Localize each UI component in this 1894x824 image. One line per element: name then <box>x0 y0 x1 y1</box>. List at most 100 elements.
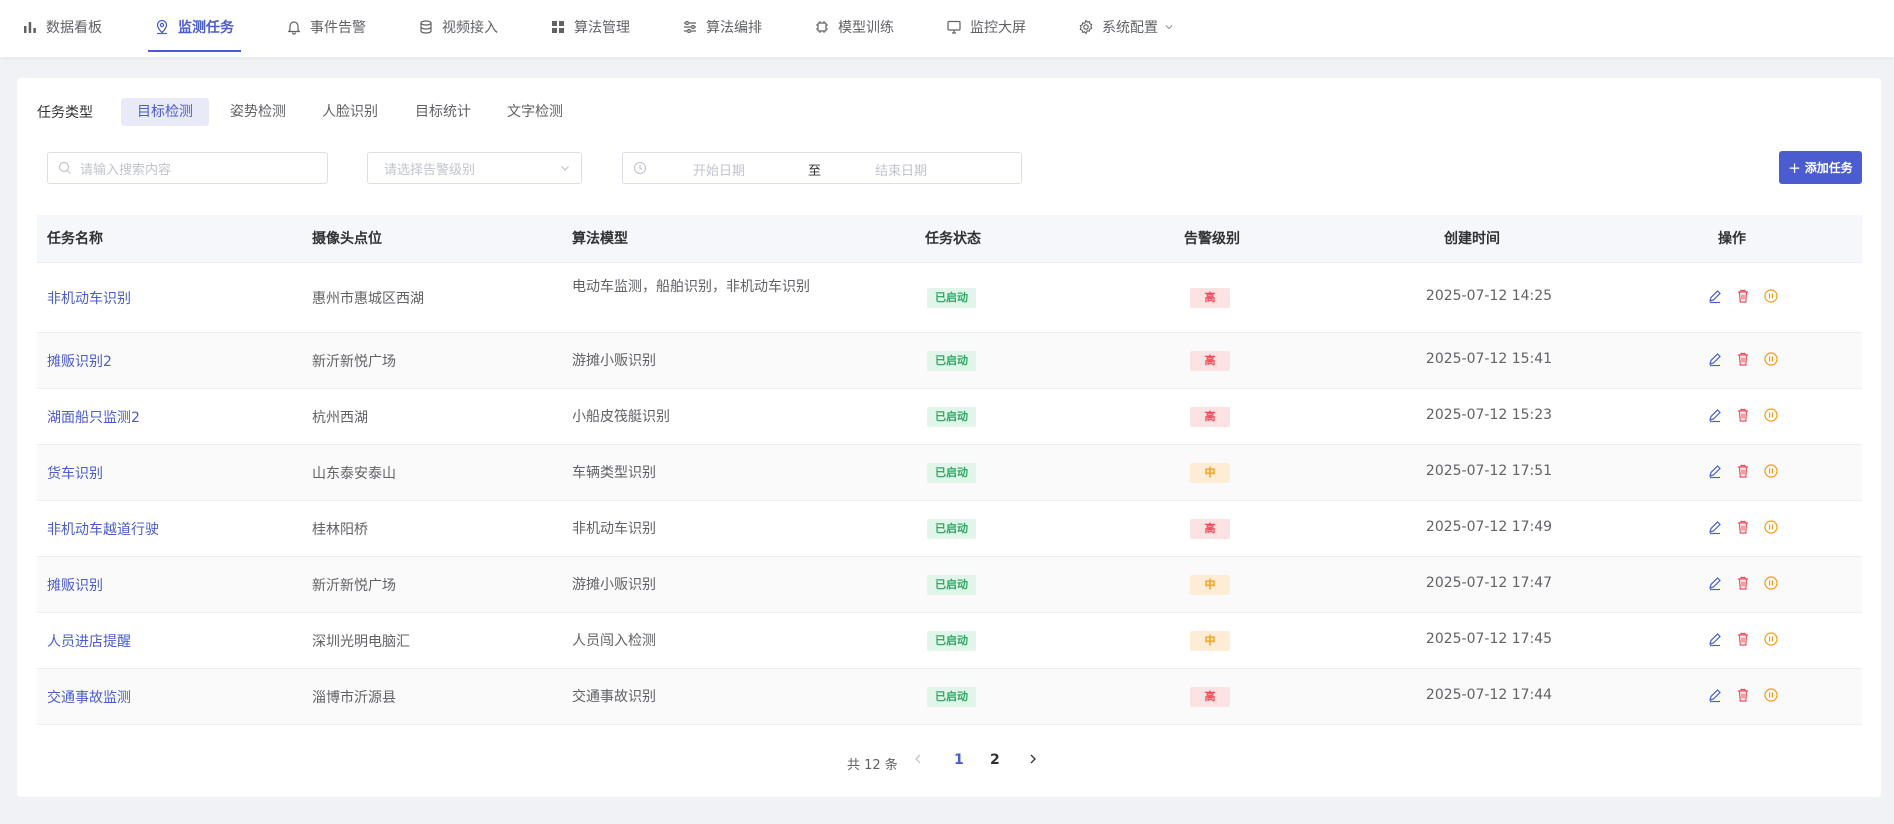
delete-icon[interactable] <box>1735 631 1751 647</box>
edit-icon[interactable] <box>1707 351 1723 367</box>
nav-item-monitor-tasks[interactable]: 监测任务 <box>154 0 234 54</box>
end-date-input[interactable]: 结束日期 <box>875 160 927 179</box>
task-name-link[interactable]: 非机动车识别 <box>47 288 131 308</box>
edit-icon[interactable] <box>1707 575 1723 591</box>
tab-object-statistics[interactable]: 目标统计 <box>399 98 487 126</box>
plus-icon: + <box>1788 158 1801 177</box>
tab-text-detection[interactable]: 文字检测 <box>491 98 579 126</box>
table-row: 摊贩识别 新沂新悦广场 游摊小贩识别 已启动 中 2025-07-12 17:47 <box>37 557 1862 613</box>
status-badge: 已启动 <box>927 463 976 483</box>
search-input[interactable]: 请输入搜索内容 <box>47 152 328 184</box>
alert-level-select[interactable]: 请选择告警级别 <box>367 152 582 184</box>
edit-icon[interactable] <box>1707 519 1723 535</box>
start-date-input[interactable]: 开始日期 <box>693 160 745 179</box>
pagination-next-button[interactable] <box>1027 752 1039 770</box>
camera-location: 淄博市沂源县 <box>312 690 396 706</box>
pagination-page-1[interactable]: 1 <box>954 752 964 768</box>
search-placeholder: 请输入搜索内容 <box>80 162 172 178</box>
edit-icon[interactable] <box>1707 687 1723 703</box>
top-navigation: 数据看板 监测任务 事件告警 视频接入 算法管理 算法编排 模型训练 监控大屏 … <box>0 0 1894 57</box>
nav-item-model-training[interactable]: 模型训练 <box>814 0 894 54</box>
pagination-total: 共 12 条 <box>847 758 898 773</box>
pause-icon[interactable] <box>1763 407 1779 423</box>
alert-level-badge: 高 <box>1190 407 1230 427</box>
pause-icon[interactable] <box>1763 575 1779 591</box>
created-time: 2025-07-12 17:51 <box>1425 463 1553 479</box>
chevron-down-icon <box>1164 22 1174 32</box>
algorithm-model: 人员闯入检测 <box>572 633 656 649</box>
nav-item-system-config[interactable]: 系统配置 <box>1078 0 1174 54</box>
grid-icon <box>550 19 566 35</box>
algorithm-model: 小船皮筏艇识别 <box>572 409 670 425</box>
edit-icon[interactable] <box>1707 631 1723 647</box>
camera-location: 深圳光明电脑汇 <box>312 634 410 650</box>
pause-icon[interactable] <box>1763 519 1779 535</box>
delete-icon[interactable] <box>1735 687 1751 703</box>
row-actions <box>1707 687 1779 703</box>
camera-location: 山东泰安泰山 <box>312 466 396 482</box>
alert-level-placeholder: 请选择告警级别 <box>384 162 476 178</box>
tab-face-recognition[interactable]: 人脸识别 <box>306 98 394 126</box>
delete-icon[interactable] <box>1735 407 1751 423</box>
pause-icon[interactable] <box>1763 463 1779 479</box>
task-list-card: 任务类型 目标检测 姿势检测 人脸识别 目标统计 文字检测 请输入搜索内容 请选… <box>17 78 1881 797</box>
task-name-link[interactable]: 人员进店提醒 <box>47 631 131 651</box>
table-row: 湖面船只监测2 杭州西湖 小船皮筏艇识别 已启动 高 2025-07-12 15:23 <box>37 389 1862 445</box>
nav-item-algorithm-management[interactable]: 算法管理 <box>550 0 630 54</box>
tab-object-detection[interactable]: 目标检测 <box>121 98 209 126</box>
nav-item-algorithm-orchestration[interactable]: 算法编排 <box>682 0 762 54</box>
column-header-camera: 摄像头点位 <box>312 231 382 247</box>
task-name-link[interactable]: 交通事故监测 <box>47 687 131 707</box>
nav-item-video-access[interactable]: 视频接入 <box>418 0 498 54</box>
alert-level-badge: 中 <box>1190 575 1230 595</box>
monitor-icon <box>946 19 962 35</box>
created-time: 2025-07-12 17:47 <box>1425 575 1553 591</box>
nav-item-label: 模型训练 <box>838 20 894 36</box>
pause-icon[interactable] <box>1763 631 1779 647</box>
pagination-page-2[interactable]: 2 <box>990 752 1000 768</box>
date-separator: 至 <box>808 164 822 179</box>
delete-icon[interactable] <box>1735 288 1751 304</box>
delete-icon[interactable] <box>1735 351 1751 367</box>
delete-icon[interactable] <box>1735 575 1751 591</box>
nav-item-event-alerts[interactable]: 事件告警 <box>286 0 366 54</box>
column-header-task-name: 任务名称 <box>47 231 103 247</box>
algorithm-model: 车辆类型识别 <box>572 465 656 481</box>
tab-pose-detection[interactable]: 姿势检测 <box>214 98 302 126</box>
algorithm-model: 游摊小贩识别 <box>572 577 656 593</box>
add-task-button[interactable]: + 添加任务 <box>1779 151 1862 184</box>
pause-icon[interactable] <box>1763 351 1779 367</box>
status-badge: 已启动 <box>927 519 976 539</box>
task-name-link[interactable]: 非机动车越道行驶 <box>47 519 159 539</box>
task-name-link[interactable]: 摊贩识别 <box>47 575 103 595</box>
nav-item-monitoring-screen[interactable]: 监控大屏 <box>946 0 1026 54</box>
task-name-link[interactable]: 湖面船只监测2 <box>47 407 140 427</box>
pagination-prev-button[interactable] <box>912 752 924 770</box>
task-name-link[interactable]: 货车识别 <box>47 463 103 483</box>
row-actions <box>1707 288 1779 304</box>
column-header-algorithm: 算法模型 <box>572 231 628 247</box>
row-actions <box>1707 463 1779 479</box>
created-time: 2025-07-12 15:23 <box>1425 407 1553 423</box>
created-time: 2025-07-12 17:44 <box>1425 687 1553 703</box>
edit-icon[interactable] <box>1707 288 1723 304</box>
clock-icon <box>633 161 647 175</box>
camera-location: 新沂新悦广场 <box>312 578 396 594</box>
date-range-picker[interactable]: 开始日期 至 结束日期 <box>622 152 1022 184</box>
pause-icon[interactable] <box>1763 288 1779 304</box>
created-time: 2025-07-12 17:49 <box>1425 519 1553 535</box>
row-actions <box>1707 631 1779 647</box>
pause-icon[interactable] <box>1763 687 1779 703</box>
task-table: 任务名称 摄像头点位 算法模型 任务状态 告警级别 创建时间 操作 非机动车识别… <box>37 215 1862 725</box>
status-badge: 已启动 <box>927 575 976 595</box>
search-icon <box>58 161 72 175</box>
alert-level-badge: 中 <box>1190 463 1230 483</box>
task-name-link[interactable]: 摊贩识别2 <box>47 351 112 371</box>
delete-icon[interactable] <box>1735 519 1751 535</box>
edit-icon[interactable] <box>1707 463 1723 479</box>
delete-icon[interactable] <box>1735 463 1751 479</box>
bar-chart-icon <box>22 19 38 35</box>
nav-item-dashboard[interactable]: 数据看板 <box>22 0 102 54</box>
edit-icon[interactable] <box>1707 407 1723 423</box>
sliders-icon <box>682 19 698 35</box>
